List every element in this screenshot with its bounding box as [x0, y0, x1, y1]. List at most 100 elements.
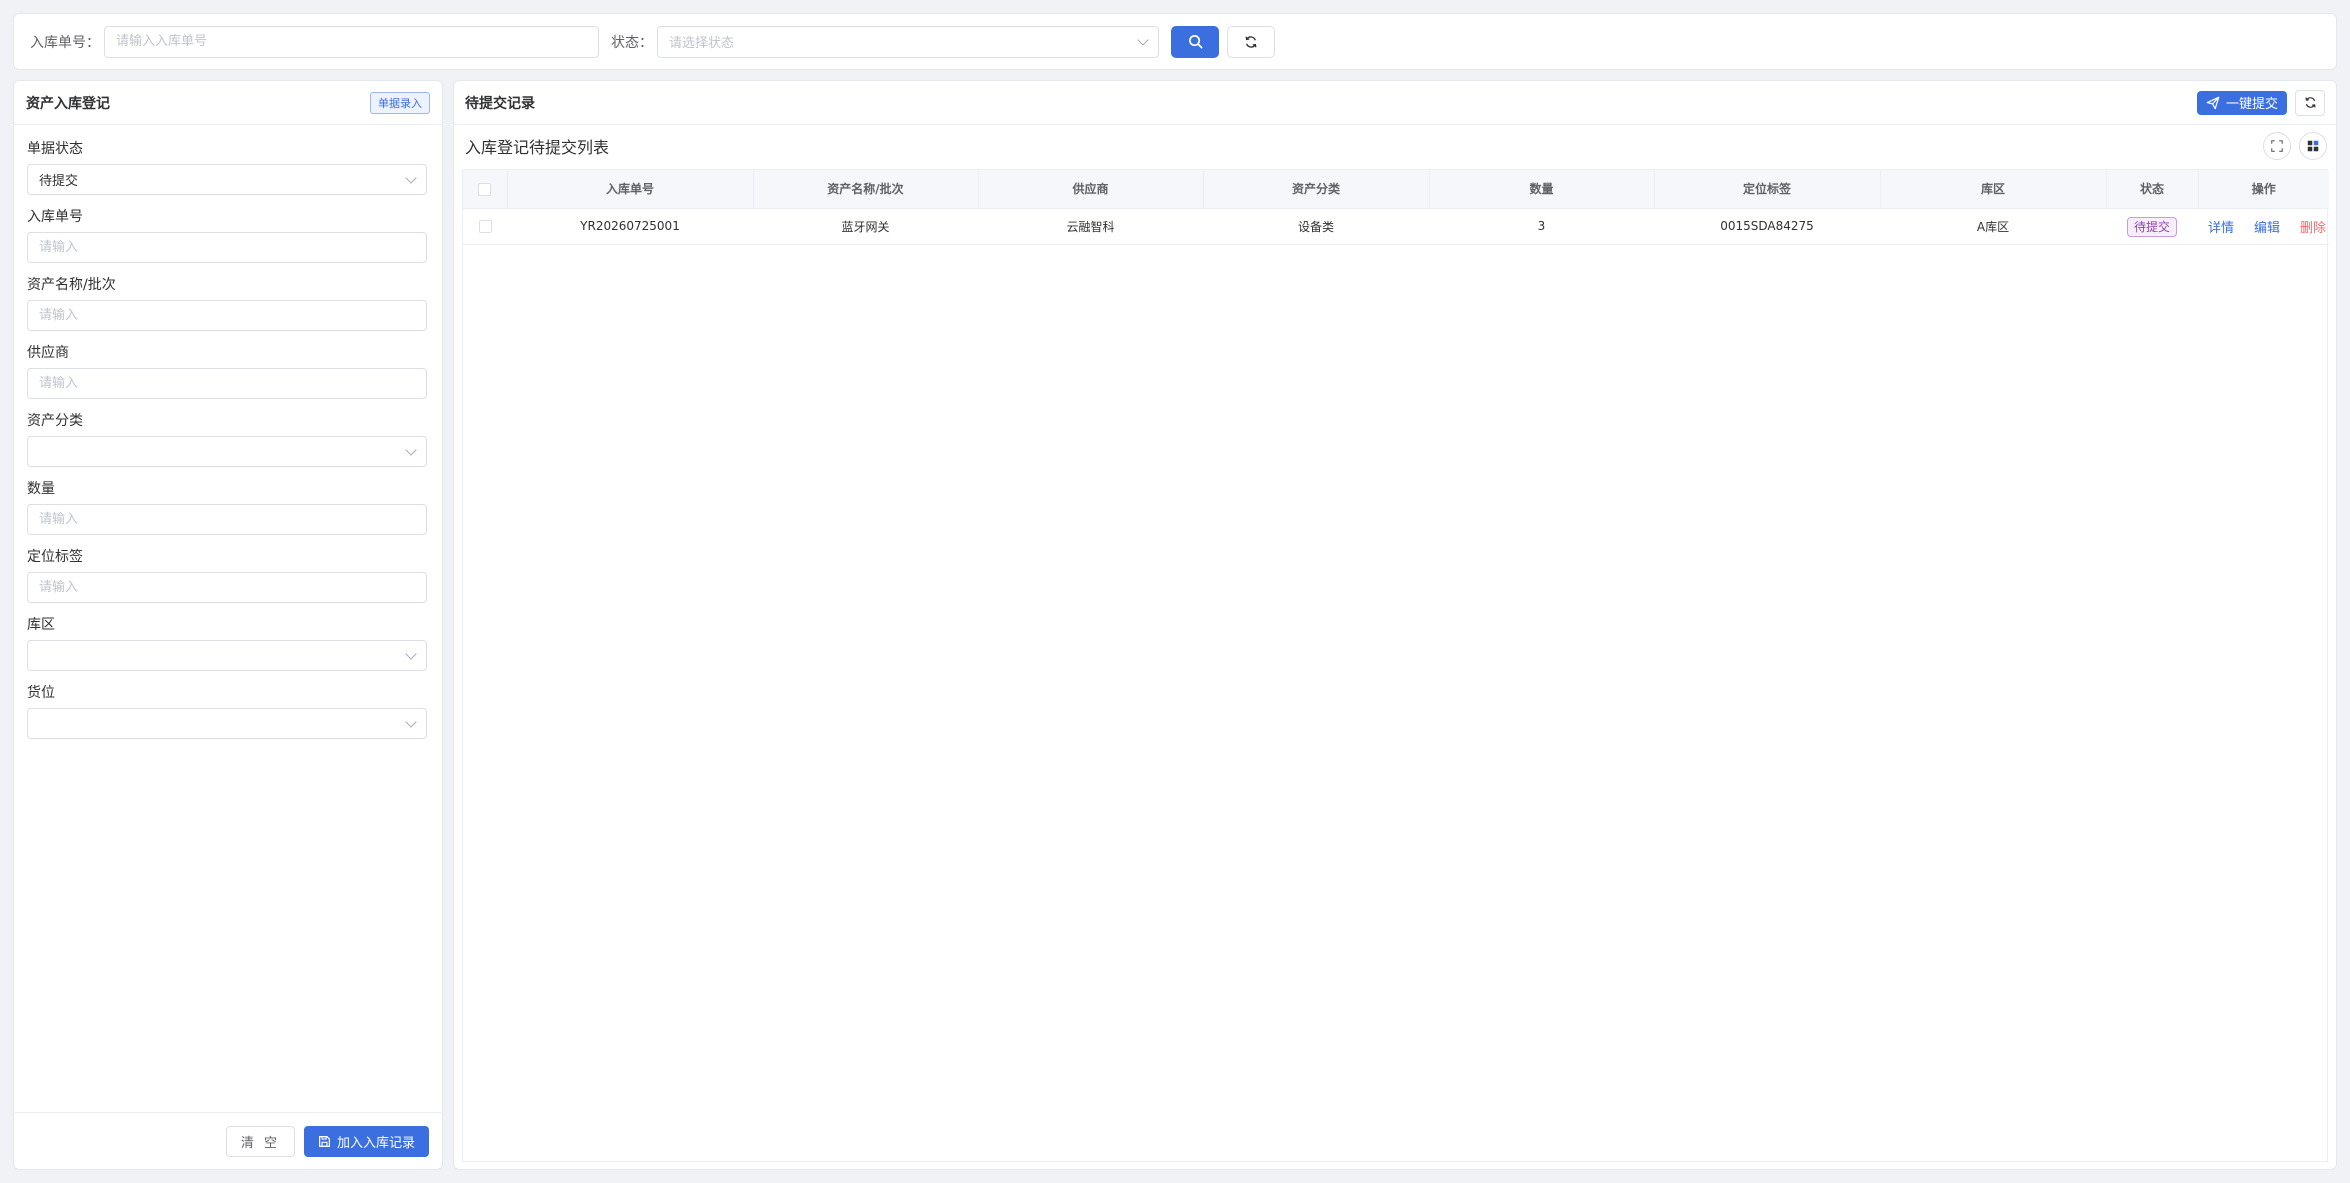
fullscreen-button[interactable] [2263, 132, 2291, 160]
field-zone: 库区 [27, 615, 429, 671]
pending-table-container: 入库单号 资产名称/批次 供应商 资产分类 数量 定位标签 库区 状态 操作 Y… [462, 169, 2329, 1162]
field-location-tag: 定位标签 [27, 547, 429, 603]
cell-location-tag: 0015SDA84275 [1654, 208, 1880, 245]
location-tag-label: 定位标签 [27, 549, 83, 565]
chevron-down-icon [405, 647, 417, 660]
status-select-placeholder: 请选择状态 [669, 36, 735, 51]
col-header-category: 资产分类 [1203, 170, 1430, 209]
entry-panel-title: 资产入库登记 [26, 95, 110, 112]
refresh-records-button[interactable] [2295, 89, 2325, 116]
cell-quantity: 3 [1429, 208, 1654, 245]
pending-records-panel: 待提交记录 一键提交 入库登记待提交列表 入库单号 资产名称/批次 供应商 资产… [453, 80, 2337, 1170]
entry-panel-header: 资产入库登记 单据录入 [14, 81, 442, 125]
cell-zone: A库区 [1880, 208, 2106, 245]
edit-link[interactable]: 编辑 [2254, 221, 2280, 236]
field-order-no: 入库单号 [27, 207, 429, 263]
field-quantity: 数量 [27, 479, 429, 535]
location-tag-input[interactable] [27, 572, 427, 603]
reset-button[interactable] [1227, 25, 1275, 58]
col-header-asset-name: 资产名称/批次 [753, 170, 979, 209]
entry-form: 单据状态 待提交 入库单号 资产名称/批次 供应商 资产分类 数量 [14, 125, 442, 739]
cell-actions: 详情 编辑 删除 [2198, 208, 2329, 245]
status-badge: 待提交 [2126, 216, 2177, 237]
asset-entry-panel: 资产入库登记 单据录入 单据状态 待提交 入库单号 资产名称/批次 供应商 资产… [13, 80, 443, 1170]
doc-status-label: 单据状态 [27, 141, 83, 157]
order-no-search-input[interactable] [104, 25, 599, 58]
row-select-cell [463, 208, 507, 245]
field-slot: 货位 [27, 683, 429, 739]
supplier-input[interactable] [27, 368, 427, 399]
clear-button-label: 清 空 [240, 1135, 280, 1151]
quantity-label: 数量 [27, 481, 55, 497]
col-header-actions: 操作 [2198, 170, 2329, 209]
pending-header-actions: 一键提交 [2196, 89, 2325, 116]
grid-icon [2307, 140, 2319, 152]
col-header-zone: 库区 [1880, 170, 2107, 209]
slot-label: 货位 [27, 685, 55, 701]
field-category: 资产分类 [27, 411, 429, 467]
clear-button[interactable]: 清 空 [225, 1125, 295, 1157]
search-icon [1188, 35, 1202, 49]
cell-category: 设备类 [1203, 208, 1429, 245]
table-tools [2263, 132, 2327, 160]
order-no-input[interactable] [27, 232, 427, 263]
asset-name-input[interactable] [27, 300, 427, 331]
select-all-cell [463, 170, 508, 209]
chevron-down-icon [1137, 33, 1149, 46]
category-label: 资产分类 [27, 413, 83, 429]
refresh-icon [1245, 35, 1257, 48]
chevron-down-icon [405, 715, 417, 728]
col-header-status: 状态 [2106, 170, 2199, 209]
asset-name-label: 资产名称/批次 [27, 277, 116, 293]
cell-asset-name: 蓝牙网关 [753, 208, 978, 245]
status-select[interactable]: 请选择状态 [657, 25, 1159, 58]
doc-status-select[interactable]: 待提交 [27, 164, 427, 195]
category-select[interactable] [27, 436, 427, 467]
supplier-label: 供应商 [27, 345, 69, 361]
select-all-checkbox[interactable] [478, 182, 492, 196]
detail-link[interactable]: 详情 [2208, 221, 2234, 236]
col-header-supplier: 供应商 [978, 170, 1204, 209]
chevron-down-icon [405, 171, 417, 184]
doc-entry-tag: 单据录入 [370, 91, 430, 114]
refresh-icon [2304, 97, 2316, 108]
col-header-order-no: 入库单号 [507, 170, 754, 209]
fullscreen-icon [2271, 140, 2283, 152]
add-record-label: 加入入库记录 [336, 1135, 415, 1151]
pending-table: 入库单号 资产名称/批次 供应商 资产分类 数量 定位标签 库区 状态 操作 Y… [463, 170, 2329, 245]
column-settings-button[interactable] [2299, 132, 2327, 160]
list-title: 入库登记待提交列表 [465, 138, 610, 157]
doc-status-value: 待提交 [39, 174, 79, 189]
add-record-button[interactable]: 加入入库记录 [303, 1125, 429, 1157]
search-button[interactable] [1171, 25, 1219, 58]
cell-status: 待提交 [2106, 208, 2198, 245]
cell-supplier: 云融智科 [978, 208, 1203, 245]
table-row: YR20260725001 蓝牙网关 云融智科 设备类 3 0015SDA842… [463, 208, 2329, 245]
chevron-down-icon [405, 443, 417, 456]
pending-panel-title: 待提交记录 [465, 95, 535, 112]
slot-select[interactable] [27, 708, 427, 739]
save-icon [319, 1135, 330, 1147]
field-supplier: 供应商 [27, 343, 429, 399]
cell-order-no: YR20260725001 [507, 208, 753, 245]
col-header-quantity: 数量 [1429, 170, 1655, 209]
zone-select[interactable] [27, 640, 427, 671]
field-doc-status: 单据状态 待提交 [27, 139, 429, 195]
search-bar: 入库单号： 状态： 请选择状态 [13, 13, 2337, 70]
list-title-row: 入库登记待提交列表 [465, 128, 2327, 164]
zone-label: 库区 [27, 617, 55, 633]
row-checkbox[interactable] [478, 220, 492, 233]
order-no-label: 入库单号： [30, 34, 100, 51]
field-asset-name: 资产名称/批次 [27, 275, 429, 331]
submit-all-button[interactable]: 一键提交 [2196, 90, 2287, 115]
order-no-field-label: 入库单号 [27, 209, 83, 225]
send-icon [2206, 96, 2220, 109]
table-header-row: 入库单号 资产名称/批次 供应商 资产分类 数量 定位标签 库区 状态 操作 [463, 170, 2329, 209]
status-label: 状态： [611, 34, 653, 51]
submit-all-label: 一键提交 [2225, 97, 2278, 112]
col-header-location-tag: 定位标签 [1654, 170, 1881, 209]
entry-panel-footer: 清 空 加入入库记录 [14, 1112, 442, 1169]
quantity-input[interactable] [27, 504, 427, 535]
pending-panel-header: 待提交记录 一键提交 [454, 81, 2336, 125]
delete-link[interactable]: 删除 [2300, 221, 2326, 236]
